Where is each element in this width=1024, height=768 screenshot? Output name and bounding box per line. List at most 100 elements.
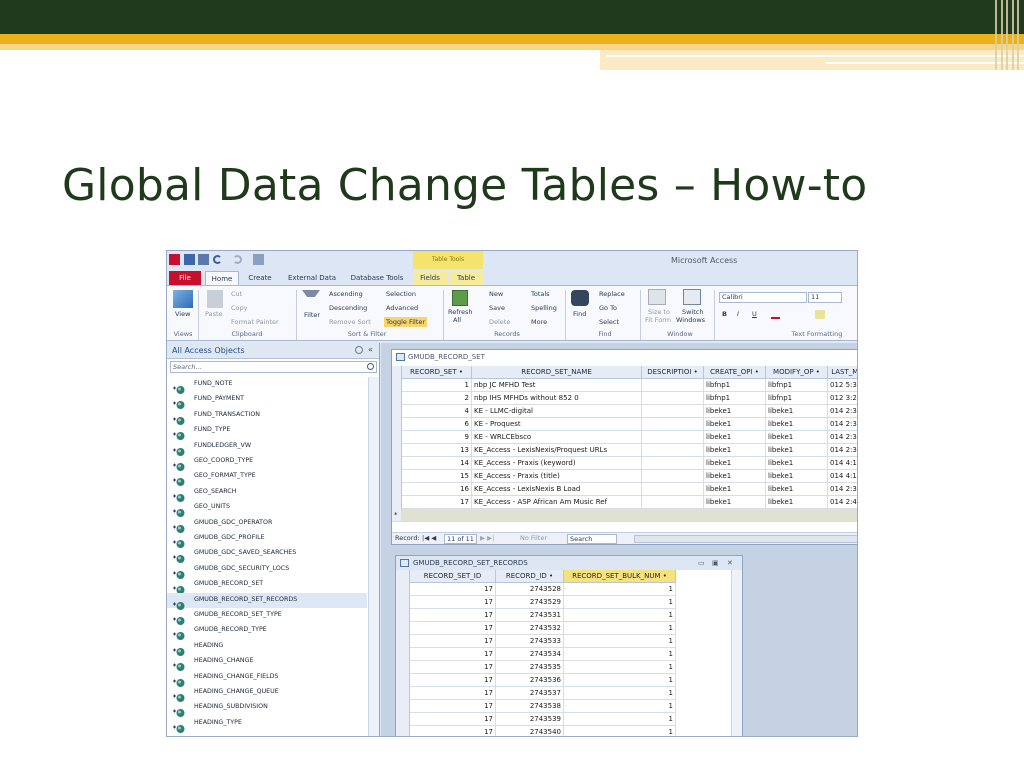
table-cell[interactable]: 014 2:39: bbox=[828, 444, 857, 457]
table-cell[interactable]: libeke1 bbox=[704, 457, 766, 470]
table-cell[interactable]: 2743532 bbox=[496, 622, 564, 635]
navigation-pane-header[interactable]: All Access Objects « bbox=[167, 343, 379, 359]
descending-button[interactable]: Descending bbox=[329, 304, 367, 312]
table-cell[interactable]: 4 bbox=[402, 405, 472, 418]
search-input[interactable]: Search... bbox=[170, 361, 377, 373]
italic-button[interactable]: I bbox=[737, 310, 739, 318]
save-icon[interactable] bbox=[184, 254, 195, 265]
table-cell[interactable]: 1 bbox=[564, 609, 676, 622]
table-cell[interactable]: 012 5:36: bbox=[828, 379, 857, 392]
table-cell[interactable]: 1 bbox=[564, 700, 676, 713]
remove-sort-button[interactable]: Remove Sort bbox=[329, 318, 371, 326]
minimize-icon[interactable]: ▭ bbox=[698, 559, 705, 567]
table-cell[interactable]: 014 2:38: bbox=[828, 405, 857, 418]
table-cell[interactable]: 012 3:26: bbox=[828, 392, 857, 405]
nav-item[interactable]: FUND_TRANSACTION bbox=[167, 408, 367, 425]
table-cell[interactable]: 16 bbox=[402, 483, 472, 496]
first-record-icon[interactable]: |◀ ◀ bbox=[422, 534, 436, 542]
font-size-select[interactable]: 11 bbox=[808, 292, 842, 303]
table-cell[interactable]: 2743540 bbox=[496, 726, 564, 736]
table-cell[interactable] bbox=[642, 405, 704, 418]
nav-item[interactable]: HEADING bbox=[167, 639, 367, 656]
copy-button[interactable]: Copy bbox=[231, 304, 248, 312]
table-cell[interactable]: 1 bbox=[564, 648, 676, 661]
nav-item[interactable]: GEO_SEARCH bbox=[167, 485, 367, 502]
cut-button[interactable]: Cut bbox=[231, 290, 242, 298]
table-cell[interactable]: 2743531 bbox=[496, 609, 564, 622]
table-cell[interactable]: libfnp1 bbox=[766, 379, 828, 392]
table-cell[interactable]: 6 bbox=[402, 418, 472, 431]
table-cell[interactable]: 17 bbox=[410, 622, 496, 635]
record-set-tab[interactable]: GMUDB_RECORD_SET bbox=[392, 350, 857, 364]
table-cell[interactable]: 2743528 bbox=[496, 583, 564, 596]
refresh-all-label[interactable]: All bbox=[453, 316, 461, 324]
fit-form-label[interactable]: Fit Form bbox=[645, 316, 671, 324]
column-header[interactable]: LAST_MO bbox=[828, 366, 857, 379]
nav-item[interactable]: FUND_TYPE bbox=[167, 423, 367, 441]
table-cell[interactable]: 014 2:38: bbox=[828, 431, 857, 444]
chevron-down-icon[interactable] bbox=[355, 346, 363, 354]
table-cell[interactable]: 2743533 bbox=[496, 635, 564, 648]
advanced-button[interactable]: Advanced bbox=[386, 304, 418, 312]
horizontal-scrollbar[interactable] bbox=[634, 535, 857, 543]
table-cell[interactable]: libeke1 bbox=[766, 405, 828, 418]
size-to-fit-icon[interactable] bbox=[648, 289, 666, 305]
font-name-select[interactable]: Calibri bbox=[719, 292, 807, 303]
table-cell[interactable]: 17 bbox=[410, 648, 496, 661]
table-cell[interactable]: 17 bbox=[410, 700, 496, 713]
table-cell[interactable]: 014 2:39: bbox=[828, 418, 857, 431]
tab-fields[interactable]: Fields bbox=[413, 271, 447, 285]
table-cell[interactable]: 2743535 bbox=[496, 661, 564, 674]
fill-color-icon[interactable] bbox=[815, 310, 825, 319]
toggle-filter-button[interactable]: Toggle Filter bbox=[384, 317, 428, 327]
binoculars-icon[interactable] bbox=[571, 290, 589, 306]
tab-file[interactable]: File bbox=[169, 271, 201, 285]
bold-button[interactable]: B bbox=[722, 310, 727, 318]
nav-item[interactable]: GEO_FORMAT_TYPE bbox=[167, 469, 367, 487]
table-cell[interactable]: libeke1 bbox=[766, 496, 828, 509]
table-cell[interactable]: 014 4:11: bbox=[828, 457, 857, 470]
table-cell[interactable]: 1 bbox=[564, 583, 676, 596]
selection-button[interactable]: Selection bbox=[386, 290, 416, 298]
nav-item[interactable]: GEO_COORD_TYPE bbox=[167, 454, 367, 471]
column-header[interactable]: RECORD_SET_ID bbox=[410, 570, 496, 583]
nav-item[interactable]: GMUDB_GDC_PROFILE bbox=[167, 531, 367, 548]
table-cell[interactable]: libeke1 bbox=[704, 483, 766, 496]
table-cell[interactable]: 17 bbox=[402, 496, 472, 509]
table-cell[interactable]: libeke1 bbox=[766, 444, 828, 457]
table-cell[interactable]: KE_Access - Praxis (title) bbox=[472, 470, 642, 483]
table-cell[interactable]: 1 bbox=[564, 713, 676, 726]
table-cell[interactable]: 1 bbox=[564, 726, 676, 736]
nav-item[interactable]: GMUDB_RECORD_TYPE bbox=[167, 623, 367, 641]
record-set-records-titlebar[interactable]: GMUDB_RECORD_SET_RECORDS ▭ ▣ ✕ bbox=[396, 556, 742, 570]
table-cell[interactable]: KE_Access - LexisNexis B Load bbox=[472, 483, 642, 496]
view-button[interactable]: View bbox=[175, 310, 190, 318]
tab-external-data[interactable]: External Data bbox=[281, 271, 343, 285]
close-icon[interactable]: ✕ bbox=[727, 559, 733, 567]
record-search-input[interactable]: Search bbox=[567, 534, 617, 544]
table-cell[interactable]: 17 bbox=[410, 726, 496, 736]
table-cell[interactable]: 17 bbox=[410, 674, 496, 687]
paste-button[interactable]: Paste bbox=[205, 310, 223, 318]
new-record-button[interactable]: New bbox=[489, 290, 503, 298]
nav-item[interactable]: FUNDLEDGER_VW bbox=[167, 439, 367, 456]
tab-home[interactable]: Home bbox=[205, 271, 239, 285]
table-cell[interactable]: 17 bbox=[410, 596, 496, 609]
table-cell[interactable]: 1 bbox=[564, 635, 676, 648]
table-cell[interactable]: 1 bbox=[402, 379, 472, 392]
save-as-icon[interactable] bbox=[198, 254, 209, 265]
select-button[interactable]: Select bbox=[599, 318, 619, 326]
table-cell[interactable]: 2743538 bbox=[496, 700, 564, 713]
windows-label[interactable]: Windows bbox=[676, 316, 705, 324]
tab-create[interactable]: Create bbox=[243, 271, 277, 285]
collapse-pane-icon[interactable]: « bbox=[368, 345, 373, 354]
delete-record-button[interactable]: Delete bbox=[489, 318, 510, 326]
find-button[interactable]: Find bbox=[573, 310, 586, 318]
no-filter-button[interactable]: No Filter bbox=[520, 534, 547, 542]
print-preview-icon[interactable] bbox=[253, 254, 264, 265]
nav-item[interactable]: FUND_PAYMENT bbox=[167, 392, 367, 410]
table-cell[interactable]: 1 bbox=[564, 661, 676, 674]
table-cell[interactable]: KE - WRLCEbsco bbox=[472, 431, 642, 444]
table-cell[interactable]: KE - LLMC-digital bbox=[472, 405, 642, 418]
table-cell[interactable]: libeke1 bbox=[704, 431, 766, 444]
